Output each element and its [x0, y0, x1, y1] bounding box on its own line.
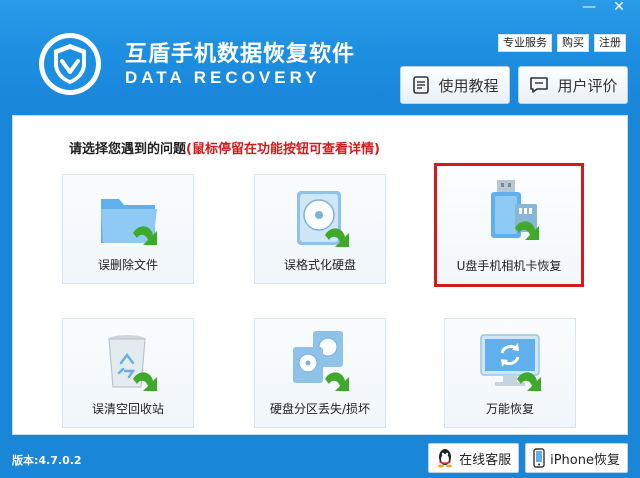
- tile-label: 万能恢复: [485, 402, 534, 416]
- comment-icon: [530, 77, 549, 93]
- tile-formatted-disk[interactable]: 误格式化硬盘: [254, 174, 386, 284]
- prompt-text: 请选择您遇到的问题(鼠标停留在功能按钮可查看详情): [69, 138, 380, 157]
- prompt-main: 请选择您遇到的问题: [69, 142, 187, 157]
- tutorial-label: 使用教程: [438, 76, 499, 95]
- prompt-hint: (鼠标停留在功能按钮可查看详情): [186, 142, 380, 157]
- pro-service-link[interactable]: 专业服务: [498, 34, 552, 52]
- partition-disk-icon: [287, 329, 355, 397]
- top-links: 专业服务 购买 注册: [498, 34, 626, 52]
- version-label: 版本:4.7.0.2: [12, 454, 82, 467]
- tile-label: U盘手机相机卡恢复: [456, 259, 562, 273]
- folder-icon: [95, 185, 163, 253]
- recycle-bin-icon: [95, 329, 163, 397]
- tile-partition-lost[interactable]: 硬盘分区丢失/损坏: [254, 318, 386, 428]
- buy-link[interactable]: 购买: [557, 34, 589, 52]
- qq-penguin-icon: [438, 449, 453, 468]
- document-icon: [413, 76, 430, 94]
- iphone-restore-label: iPhone恢复: [550, 452, 620, 468]
- review-button[interactable]: 用户评价: [518, 66, 628, 104]
- monitor-refresh-icon: [477, 329, 545, 397]
- tile-deleted-files[interactable]: 误删除文件: [62, 174, 194, 284]
- tutorial-button[interactable]: 使用教程: [400, 66, 510, 104]
- app-window: — ✕ 互盾手机数据恢复软件 DATA RECOVERY 专业服务 购买 注册 …: [0, 0, 640, 478]
- tile-label: 误格式化硬盘: [283, 258, 356, 272]
- main-panel: 请选择您遇到的问题(鼠标停留在功能按钮可查看详情) 误删除文件 误格式化硬盘 U…: [12, 115, 628, 435]
- register-link[interactable]: 注册: [594, 34, 626, 52]
- review-label: 用户评价: [557, 76, 618, 95]
- usb-card-icon: [477, 178, 545, 246]
- tile-universal-recovery[interactable]: 万能恢复: [444, 318, 576, 428]
- app-subtitle: DATA RECOVERY: [125, 68, 321, 87]
- app-logo: [38, 32, 102, 96]
- online-service-label: 在线客服: [459, 452, 512, 468]
- tile-label: 误删除文件: [97, 258, 158, 272]
- close-button[interactable]: ✕: [604, 0, 634, 16]
- window-controls: — ✕: [574, 0, 634, 16]
- minimize-button[interactable]: —: [574, 0, 604, 16]
- iphone-restore-button[interactable]: iPhone恢复: [525, 443, 628, 473]
- hard-disk-icon: [287, 185, 355, 253]
- footer-buttons: 在线客服 iPhone恢复: [428, 443, 628, 473]
- tile-label: 误清空回收站: [91, 402, 164, 416]
- app-title: 互盾手机数据恢复软件: [125, 42, 356, 67]
- tile-usb-phone-card[interactable]: U盘手机相机卡恢复: [434, 163, 584, 287]
- tile-recycle-bin[interactable]: 误清空回收站: [62, 318, 194, 428]
- online-service-button[interactable]: 在线客服: [428, 443, 520, 473]
- phone-icon: [533, 448, 545, 468]
- header-buttons: 使用教程 用户评价: [400, 66, 628, 104]
- tile-label: 硬盘分区丢失/损坏: [269, 402, 371, 416]
